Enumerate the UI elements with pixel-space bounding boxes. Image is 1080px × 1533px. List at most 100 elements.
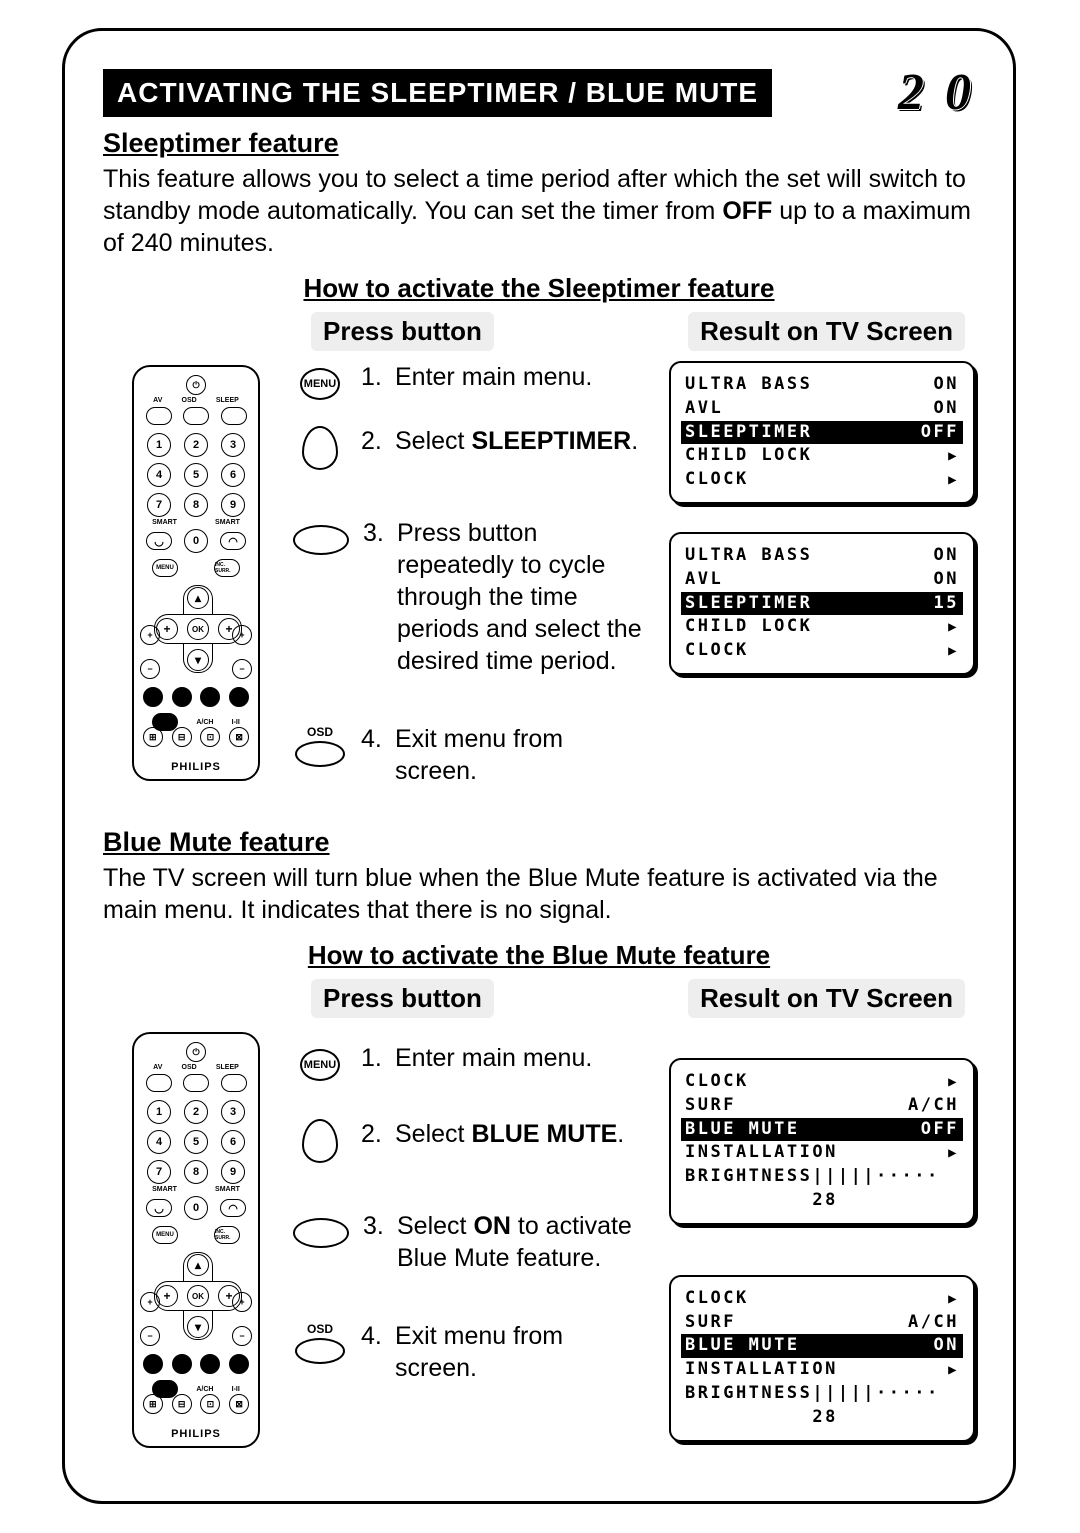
lbl: A/CH bbox=[196, 719, 213, 726]
press-button-label-2: Press button bbox=[311, 979, 494, 1018]
num-btn: 5 bbox=[184, 463, 208, 487]
bm-step-3: 3.Select ON to activate Blue Mute featur… bbox=[363, 1210, 649, 1274]
tv-screen-3: CLOCK SURFA/CH BLUE MUTEOFF INSTALLATION… bbox=[669, 1058, 975, 1225]
up-btn: ▴ bbox=[187, 1254, 209, 1276]
bluemute-howto-heading: How to activate the Blue Mute feature bbox=[103, 940, 975, 971]
num-btn: 9 bbox=[221, 493, 245, 517]
result-label: Result on TV Screen bbox=[688, 312, 965, 351]
column-headers-2: Press button Result on TV Screen bbox=[311, 979, 975, 1018]
lbl: SMART bbox=[215, 519, 240, 526]
vol-btn: + bbox=[140, 625, 160, 645]
vol-btn: + bbox=[140, 1292, 160, 1312]
fn-btn: ⊡ bbox=[200, 1394, 220, 1414]
num-btn: 1 bbox=[147, 433, 171, 457]
lbl: OSD bbox=[182, 397, 197, 404]
power-btn: ⏻ bbox=[186, 1042, 206, 1062]
nav-button-icon bbox=[302, 1119, 338, 1163]
remote-illustration-2: ⏻ AVOSDSLEEP 123 456 789 SMART SMART ◡0◠… bbox=[132, 1032, 260, 1448]
tv-screen-1: ULTRA BASSON AVLON SLEEPTIMEROFF CHILD L… bbox=[669, 361, 975, 504]
color-btn bbox=[143, 1354, 163, 1374]
inc-btn: INC. SURR. bbox=[214, 1226, 240, 1244]
sleeptimer-description: This feature allows you to select a time… bbox=[103, 163, 975, 259]
smart-btn: ◡ bbox=[146, 1199, 172, 1217]
step-1: 1.Enter main menu. bbox=[361, 361, 649, 393]
smart-btn: ◡ bbox=[146, 532, 172, 550]
power-btn: ⏻ bbox=[186, 375, 206, 395]
ch-btn: + bbox=[232, 1292, 252, 1312]
smart-btn: ◠ bbox=[220, 532, 246, 550]
bluemute-steps: MENU 1.Enter main menu. 2.Select BLUE MU… bbox=[289, 1028, 649, 1470]
sleep-btn bbox=[221, 407, 247, 425]
av-btn bbox=[146, 407, 172, 425]
num-btn: 8 bbox=[184, 493, 208, 517]
bm-step-2: 2.Select BLUE MUTE. bbox=[361, 1118, 649, 1150]
tv-screen-2: ULTRA BASSON AVLON SLEEPTIMER15 CHILD LO… bbox=[669, 532, 975, 675]
manual-page: ACTIVATING THE SLEEPTIMER / BLUE MUTE 2 … bbox=[62, 28, 1016, 1504]
osd-label: OSD bbox=[307, 725, 333, 739]
menu-button-icon: MENU bbox=[300, 368, 340, 400]
color-btn bbox=[200, 687, 220, 707]
vol-btn: − bbox=[140, 1326, 160, 1346]
page-header: ACTIVATING THE SLEEPTIMER / BLUE MUTE 2 … bbox=[103, 63, 975, 122]
remote-illustration: ⏻ AVOSDSLEEP 123 456 789 SMART SMART ◡0◠… bbox=[132, 365, 260, 781]
bm-step-1: 1.Enter main menu. bbox=[361, 1042, 649, 1074]
result-label-2: Result on TV Screen bbox=[688, 979, 965, 1018]
inc-btn: INC. SURR. bbox=[214, 559, 240, 577]
num-btn: 3 bbox=[221, 433, 245, 457]
bluemute-results: CLOCK SURFA/CH BLUE MUTEOFF INSTALLATION… bbox=[649, 1028, 975, 1470]
color-btn bbox=[200, 1354, 220, 1374]
num-btn: 6 bbox=[221, 463, 245, 487]
num-btn: 1 bbox=[147, 1100, 171, 1124]
fn-btn: ⊟ bbox=[172, 727, 192, 747]
remote-brand: PHILIPS bbox=[134, 1428, 258, 1440]
press-button-label: Press button bbox=[311, 312, 494, 351]
av-btn bbox=[146, 1074, 172, 1092]
sleep-btn bbox=[221, 1074, 247, 1092]
sleeptimer-howto-heading: How to activate the Sleeptimer feature bbox=[103, 273, 975, 304]
up-btn: ▴ bbox=[187, 587, 209, 609]
fn-btn: ⊟ bbox=[172, 1394, 192, 1414]
color-btn bbox=[229, 1354, 249, 1374]
osd-btn bbox=[183, 407, 209, 425]
num-btn: 7 bbox=[147, 493, 171, 517]
fn-btn: ⊞ bbox=[143, 727, 163, 747]
smart-btn: ◠ bbox=[220, 1199, 246, 1217]
osd-button-icon bbox=[295, 1338, 345, 1364]
lbl: SLEEP bbox=[216, 1064, 239, 1071]
color-btn bbox=[172, 1354, 192, 1374]
step-4: 4.Exit menu from screen. bbox=[361, 723, 649, 787]
num-btn: 6 bbox=[221, 1130, 245, 1154]
num-btn: 0 bbox=[184, 1196, 208, 1220]
menu-button-icon: MENU bbox=[300, 1049, 340, 1081]
num-btn: 9 bbox=[221, 1160, 245, 1184]
color-btn bbox=[229, 687, 249, 707]
color-btn bbox=[172, 687, 192, 707]
column-headers: Press button Result on TV Screen bbox=[311, 312, 975, 351]
remote-brand: PHILIPS bbox=[134, 761, 258, 773]
lbl: SMART bbox=[152, 519, 177, 526]
bluemute-description: The TV screen will turn blue when the Bl… bbox=[103, 862, 975, 926]
text-bold: OFF bbox=[722, 197, 772, 225]
num-btn: 7 bbox=[147, 1160, 171, 1184]
num-btn: 4 bbox=[147, 463, 171, 487]
lbl: A/CH bbox=[196, 1386, 213, 1393]
ch-btn: + bbox=[232, 625, 252, 645]
step-3: 3.Press button repeatedly to cycle throu… bbox=[363, 517, 649, 677]
vol-btn: − bbox=[140, 659, 160, 679]
osd-label: OSD bbox=[307, 1322, 333, 1336]
bluemute-grid: ⏻ AVOSDSLEEP 123 456 789 SMART SMART ◡0◠… bbox=[103, 1028, 975, 1470]
menu-btn: MENU bbox=[152, 1226, 178, 1244]
color-btn bbox=[143, 687, 163, 707]
num-btn: 2 bbox=[184, 433, 208, 457]
num-btn: 5 bbox=[184, 1130, 208, 1154]
fn-btn: ⊠ bbox=[229, 1394, 249, 1414]
sleeptimer-grid: ⏻ AVOSDSLEEP 123 456 789 SMART SMART ◡0◠… bbox=[103, 361, 975, 805]
sleeptimer-heading: Sleeptimer feature bbox=[103, 128, 975, 159]
lbl: AV bbox=[153, 397, 162, 404]
bm-step-4: 4.Exit menu from screen. bbox=[361, 1320, 649, 1384]
remote-column: ⏻ AVOSDSLEEP 123 456 789 SMART SMART ◡0◠… bbox=[103, 361, 289, 805]
header-title: ACTIVATING THE SLEEPTIMER / BLUE MUTE bbox=[103, 69, 772, 117]
cycle-button-icon bbox=[293, 525, 349, 555]
tv-screen-4: CLOCK SURFA/CH BLUE MUTEON INSTALLATION … bbox=[669, 1275, 975, 1442]
osd-button-icon bbox=[295, 741, 345, 767]
